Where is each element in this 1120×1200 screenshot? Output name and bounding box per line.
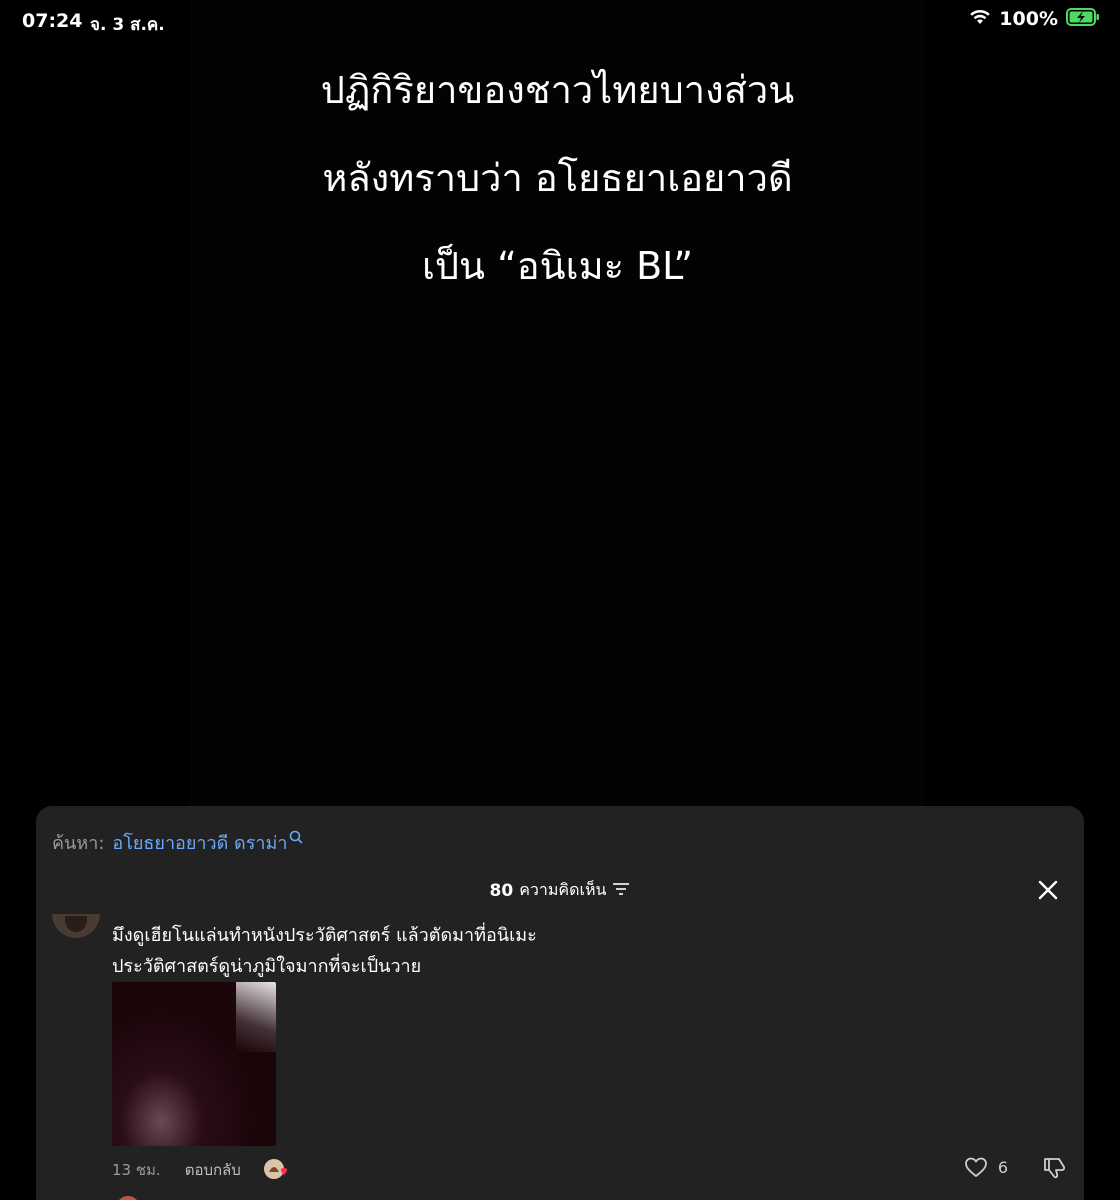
reply-button[interactable]: ตอบกลับ	[185, 1158, 241, 1182]
avatar[interactable]	[116, 1196, 140, 1200]
search-icon	[289, 828, 304, 849]
heart-icon	[964, 1157, 987, 1178]
dislike-button[interactable]	[1042, 1156, 1068, 1184]
wifi-icon	[969, 8, 991, 30]
status-date: จ. 3 ส.ค.	[90, 15, 165, 35]
status-indicators: 100%	[969, 8, 1100, 30]
comment-line-2: ประวัติศาสตร์ดูน่าภูมิใจมากที่จะเป็นวาย	[112, 956, 422, 977]
like-count: 6	[997, 1157, 1008, 1177]
battery-charging-icon	[1066, 8, 1100, 30]
comments-header: 80 ความคิดเห็น	[36, 878, 1084, 903]
status-time: 07:24	[22, 10, 83, 32]
comments-sheet: ค้นหา: อโยธยาอยาวดี ดราม่า 80 ความคิดเห็…	[36, 806, 1084, 1200]
comment-time: 13 ชม.	[112, 1161, 161, 1179]
comment-line-1: มึงดูเฮียโนแล่นทำหนังประวัติศาสตร์ แล้วต…	[112, 925, 537, 946]
caption-line-3: เป็น “อนิเมะ BL”	[421, 244, 694, 288]
search-prefix: ค้นหา:	[52, 833, 105, 854]
sort-icon[interactable]	[612, 881, 630, 900]
related-search[interactable]: ค้นหา: อโยธยาอยาวดี ดราม่า	[52, 828, 304, 857]
battery-percentage: 100%	[999, 8, 1058, 30]
comments-label: ความคิดเห็น	[519, 880, 607, 899]
comment-image[interactable]	[112, 982, 276, 1146]
caption-line-2: หลังทราบว่า อโยธยาเอยาวดี	[322, 156, 793, 200]
avatar[interactable]	[52, 914, 100, 938]
close-icon	[1038, 880, 1058, 900]
video-player[interactable]: ปฏิกิริยาของชาวไทยบางส่วน หลังทราบว่า อโ…	[190, 0, 925, 810]
comments-count: 80	[489, 880, 514, 901]
search-query-link[interactable]: อโยธยาอยาวดี ดราม่า	[112, 828, 287, 857]
comment-text: มึงดูเฮียโนแล่นทำหนังประวัติศาสตร์ แล้วต…	[112, 920, 712, 982]
creator-liked-badge	[263, 1158, 289, 1182]
screen: 07:24 จ. 3 ส.ค. 100% ปฏิกิริยาของชาวไทยบ…	[0, 0, 1120, 1200]
caption-line-1: ปฏิกิริยาของชาวไทยบางส่วน	[320, 68, 795, 112]
comment-meta: 13 ชม. ตอบกลับ	[112, 1158, 289, 1182]
video-caption: ปฏิกิริยาของชาวไทยบางส่วน หลังทราบว่า อโ…	[190, 46, 925, 310]
thumbs-down-icon	[1044, 1158, 1066, 1179]
like-button[interactable]: 6	[964, 1156, 1008, 1178]
close-button[interactable]	[1034, 876, 1062, 904]
